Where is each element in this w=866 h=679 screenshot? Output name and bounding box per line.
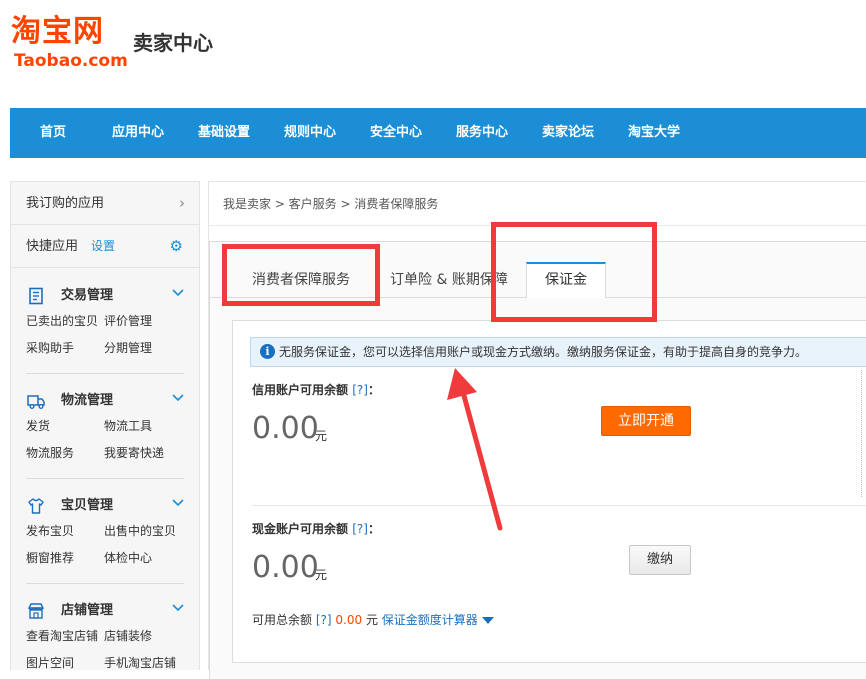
- sidebar-group-title: 店铺管理: [61, 603, 114, 618]
- colon: ：: [367, 383, 380, 397]
- divider: [26, 373, 184, 374]
- credit-balance-label-text: 信用账户可用余额: [252, 383, 349, 397]
- quick-apps-label: 快捷应用: [26, 239, 79, 254]
- sidebar-link-items-on-sale[interactable]: 出售中的宝贝: [104, 523, 176, 539]
- subscribed-apps-row[interactable]: 我订购的应用 ›: [11, 182, 199, 225]
- sidebar-link-send-express[interactable]: 我要寄快递: [104, 445, 164, 461]
- nav-item-security-center[interactable]: 安全中心: [370, 108, 422, 158]
- sidebar-link-installment[interactable]: 分期管理: [104, 340, 152, 356]
- total-balance-label: 可用总余额: [252, 613, 313, 627]
- credit-help-link[interactable]: [?]: [352, 383, 368, 397]
- header: 淘宝网 Taobao.com 卖家中心: [0, 0, 866, 108]
- chevron-down-icon[interactable]: [171, 603, 185, 613]
- info-icon: i: [260, 344, 275, 359]
- store-icon: [27, 603, 45, 619]
- sidebar-link-ship[interactable]: 发货: [26, 418, 50, 434]
- sidebar-link-health-check[interactable]: 体检中心: [104, 550, 152, 566]
- nav-item-service-center[interactable]: 服务中心: [456, 108, 508, 158]
- sidebar-link-publish-item[interactable]: 发布宝贝: [26, 523, 74, 539]
- sidebar: 我订购的应用 › 快捷应用 设置 ⚙ 交易管理 已卖出的宝贝 评价管理 采购助手…: [10, 181, 200, 670]
- divider: [26, 583, 184, 584]
- chevron-down-icon[interactable]: [171, 288, 185, 298]
- sidebar-link-reviews[interactable]: 评价管理: [104, 313, 152, 329]
- sidebar-group-title: 物流管理: [61, 393, 114, 408]
- info-banner: i 无服务保证金，您可以选择信用账户或现金方式缴纳。缴纳服务保证金，有助于提高自…: [250, 337, 866, 367]
- nav-item-app-center[interactable]: 应用中心: [112, 108, 164, 158]
- gear-icon[interactable]: ⚙: [170, 225, 183, 268]
- sidebar-link-store-decoration[interactable]: 店铺装修: [104, 628, 152, 644]
- divider: [861, 370, 862, 497]
- annotation-box-deposit-tab: [491, 222, 657, 322]
- caret-down-icon[interactable]: [481, 617, 494, 624]
- taobao-logo-en[interactable]: Taobao.com: [14, 51, 128, 71]
- sidebar-group-header[interactable]: 物流管理: [11, 388, 199, 414]
- chevron-right-icon: ›: [179, 194, 185, 212]
- cash-balance-label-text: 现金账户可用余额: [252, 522, 349, 536]
- total-balance-row: 可用总余额 [?] 0.00 元 保证金额度计算器: [252, 612, 494, 628]
- total-balance-unit: 元: [365, 613, 378, 627]
- sidebar-group-header[interactable]: 交易管理: [11, 283, 199, 309]
- chevron-down-icon[interactable]: [171, 393, 185, 403]
- page-title: 卖家中心: [133, 31, 213, 55]
- sidebar-link-image-space[interactable]: 图片空间: [26, 655, 74, 671]
- credit-balance-amount: 0.00: [252, 411, 319, 446]
- pay-button[interactable]: 缴纳: [629, 545, 691, 575]
- sidebar-group-title: 交易管理: [61, 288, 114, 303]
- annotation-box-consumer-tab: [222, 244, 380, 306]
- sidebar-group-header[interactable]: 宝贝管理: [11, 493, 199, 519]
- nav-item-rules-center[interactable]: 规则中心: [284, 108, 336, 158]
- quick-apps-setting-link[interactable]: 设置: [91, 225, 115, 268]
- cash-balance-unit: 元: [315, 568, 328, 582]
- sidebar-link-logistics-service[interactable]: 物流服务: [26, 445, 74, 461]
- nav-item-home[interactable]: 首页: [40, 108, 66, 158]
- credit-balance-unit: 元: [315, 429, 328, 443]
- sidebar-group-header[interactable]: 店铺管理: [11, 598, 199, 624]
- shirt-icon: [28, 498, 44, 514]
- sidebar-group-title: 宝贝管理: [61, 498, 114, 513]
- subscribed-apps-label: 我订购的应用: [26, 196, 105, 211]
- breadcrumb[interactable]: 我是卖家 > 客户服务 > 消费者保障服务: [223, 196, 438, 212]
- sidebar-link-view-store[interactable]: 查看淘宝店铺: [26, 628, 98, 644]
- sidebar-link-logistics-tools[interactable]: 物流工具: [104, 418, 152, 434]
- cash-help-link[interactable]: [?]: [352, 522, 368, 536]
- quick-apps-row: 快捷应用 设置 ⚙: [11, 225, 199, 268]
- truck-icon: [27, 395, 45, 409]
- chevron-down-icon[interactable]: [171, 498, 185, 508]
- taobao-logo[interactable]: 淘宝网: [11, 14, 104, 50]
- sidebar-link-purchase-assistant[interactable]: 采购助手: [26, 340, 74, 356]
- credit-balance-label: 信用账户可用余额 [?]：: [252, 382, 380, 398]
- sidebar-link-sold-items[interactable]: 已卖出的宝贝: [26, 313, 98, 329]
- info-text: 无服务保证金，您可以选择信用账户或现金方式缴纳。缴纳服务保证金，有助于提高自身的…: [279, 345, 808, 359]
- divider: [252, 505, 866, 506]
- nav-item-seller-forum[interactable]: 卖家论坛: [542, 108, 594, 158]
- document-icon: [29, 287, 43, 305]
- colon: ：: [367, 522, 380, 536]
- divider: [26, 478, 184, 479]
- cash-balance-amount: 0.00: [252, 550, 319, 585]
- activate-now-button[interactable]: 立即开通: [601, 406, 691, 436]
- nav-item-taobao-university[interactable]: 淘宝大学: [628, 108, 680, 158]
- sidebar-link-showcase[interactable]: 橱窗推荐: [26, 550, 74, 566]
- sidebar-link-mobile-store[interactable]: 手机淘宝店铺: [104, 655, 176, 671]
- nav-item-basic-settings[interactable]: 基础设置: [198, 108, 250, 158]
- top-nav: 首页 应用中心 基础设置 规则中心 安全中心 服务中心 卖家论坛 淘宝大学: [10, 108, 866, 158]
- cash-balance-label: 现金账户可用余额 [?]：: [252, 521, 380, 537]
- deposit-calculator-link[interactable]: 保证金额度计算器: [382, 613, 478, 627]
- total-balance-amount: 0.00: [335, 613, 363, 627]
- total-help-link[interactable]: [?]: [316, 613, 332, 627]
